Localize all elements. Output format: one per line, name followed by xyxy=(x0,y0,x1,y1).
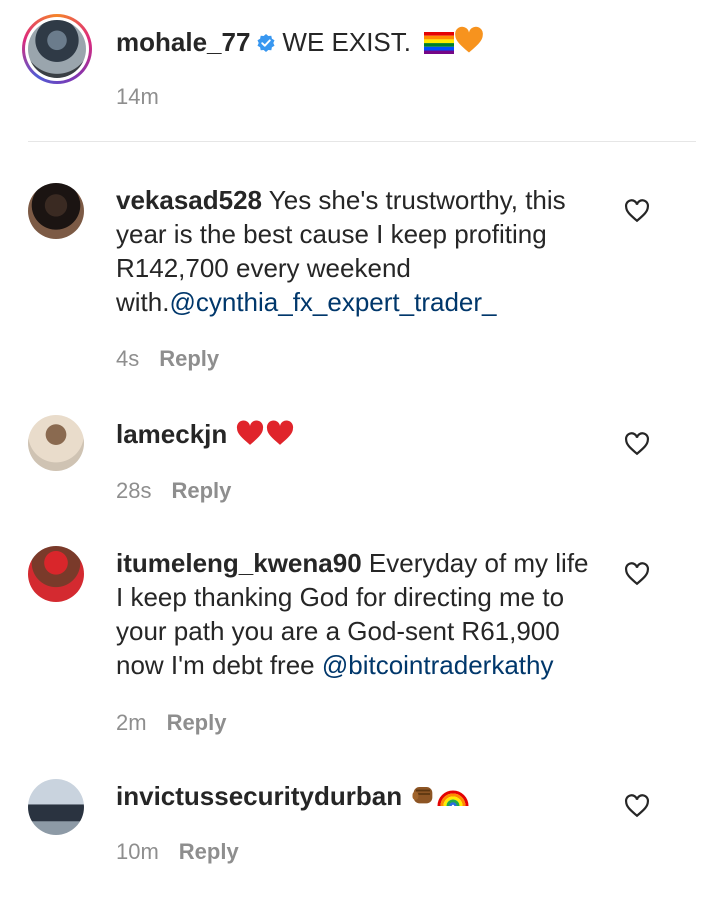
caption-avatar[interactable] xyxy=(22,14,92,84)
comment-meta: 10m Reply xyxy=(116,839,239,865)
caption-time: 14m xyxy=(116,84,159,109)
raised-fist-icon xyxy=(412,787,433,804)
comment-username[interactable]: vekasad528 xyxy=(116,185,262,215)
caption-line: mohale_77 WE EXIST. xyxy=(116,26,484,58)
reply-button[interactable]: Reply xyxy=(159,346,219,371)
avatar[interactable] xyxy=(28,415,84,471)
comment-time: 28s xyxy=(116,478,152,503)
caption-text: WE EXIST. xyxy=(282,27,411,57)
avatar[interactable] xyxy=(28,779,84,835)
reply-button[interactable]: Reply xyxy=(179,839,239,864)
red-heart-icon xyxy=(236,420,263,445)
comment-body: invictussecuritydurban xyxy=(116,779,596,813)
comment-time: 4s xyxy=(116,346,140,371)
divider xyxy=(28,141,696,142)
rainbow-icon xyxy=(437,790,469,807)
rainbow-flag-icon xyxy=(424,32,455,54)
comment-mention[interactable]: @cynthia_fx_expert_trader_ xyxy=(169,287,496,317)
heart-outline-icon[interactable] xyxy=(624,794,650,818)
comment-body: lameckjn xyxy=(116,417,596,451)
post-caption: mohale_77 WE EXIST. 14m xyxy=(0,0,720,142)
comment-username[interactable]: itumeleng_kwena90 xyxy=(116,548,362,578)
caption-username[interactable]: mohale_77 xyxy=(116,27,250,57)
heart-outline-icon[interactable] xyxy=(624,432,650,456)
caption-avatar-image xyxy=(28,20,86,78)
comment-meta: 4s Reply xyxy=(116,346,219,372)
orange-heart-icon xyxy=(455,26,484,53)
reply-button[interactable]: Reply xyxy=(171,478,231,503)
comment-time: 10m xyxy=(116,839,159,864)
comment-text-line: I keep thanking God for directing me to xyxy=(116,582,565,612)
comment-meta: 2m Reply xyxy=(116,710,226,736)
avatar[interactable] xyxy=(28,546,84,602)
comment-text-line: Yes she's trustworthy, this xyxy=(268,185,566,215)
comment-username[interactable]: invictussecuritydurban xyxy=(116,781,402,811)
reply-button[interactable]: Reply xyxy=(167,710,227,735)
comment-text-line: now I'm debt free xyxy=(116,650,322,680)
avatar[interactable] xyxy=(28,183,84,239)
comment-text-line: with. xyxy=(116,287,170,317)
comment-meta: 28s Reply xyxy=(116,478,231,504)
comment-body: vekasad528 Yes she's trustworthy, this y… xyxy=(116,183,596,319)
red-heart-icon xyxy=(266,420,293,445)
comment-text-line: R142,700 every weekend xyxy=(116,253,411,283)
comment-text-line: Everyday of my life xyxy=(368,548,589,578)
heart-outline-icon[interactable] xyxy=(624,562,650,586)
comment-time: 2m xyxy=(116,710,147,735)
heart-outline-icon[interactable] xyxy=(624,199,650,223)
verified-badge-icon xyxy=(257,34,275,52)
comment-body: itumeleng_kwena90 Everyday of my life I … xyxy=(116,546,596,682)
comment-mention[interactable]: @bitcointraderkathy xyxy=(322,650,554,680)
comment-text-line: your path you are a God-sent R61,900 xyxy=(116,616,560,646)
comment-username[interactable]: lameckjn xyxy=(116,419,227,449)
comment-text-line: year is the best cause I keep profiting xyxy=(116,219,547,249)
